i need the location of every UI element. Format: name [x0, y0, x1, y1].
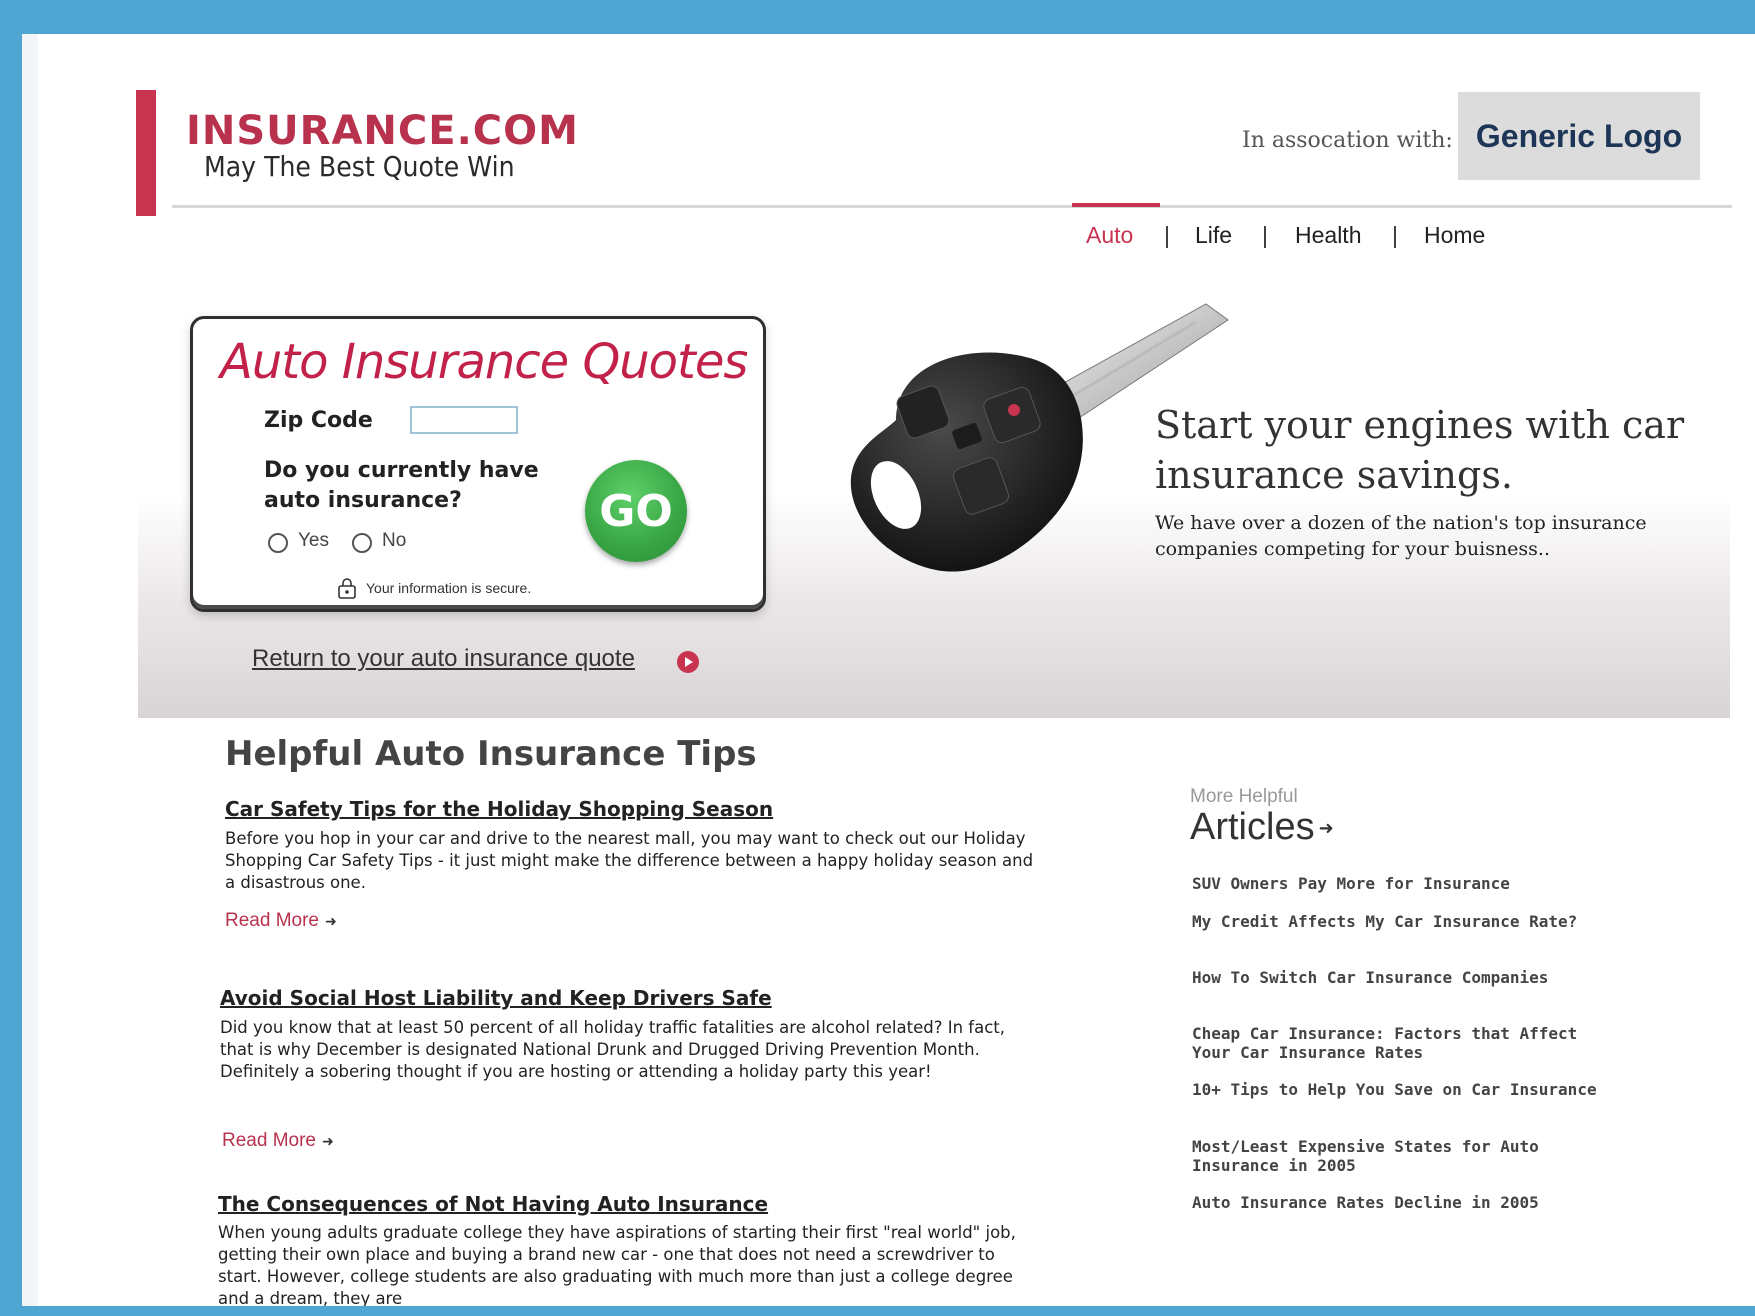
tip-title[interactable]: Avoid Social Host Liability and Keep Dri… — [220, 986, 772, 1010]
nav-separator: | — [1164, 222, 1170, 248]
association-label: In assocation with: — [1242, 128, 1453, 153]
article-link[interactable]: How To Switch Car Insurance Companies — [1192, 968, 1612, 987]
article-link[interactable]: 10+ Tips to Help You Save on Car Insuran… — [1192, 1080, 1612, 1099]
return-to-quote-link[interactable]: Return to your auto insurance quote — [252, 645, 635, 673]
nav-item-auto[interactable]: Auto — [1086, 222, 1133, 249]
nav-active-indicator — [1072, 203, 1160, 207]
radio-no-label[interactable]: No — [382, 530, 406, 552]
arrow-right-icon: ➜ — [1318, 818, 1334, 839]
article-link[interactable]: Cheap Car Insurance: Factors that Affect… — [1192, 1024, 1612, 1062]
tip-body: Did you know that at least 50 percent of… — [220, 1018, 1005, 1081]
arrow-circle-icon[interactable] — [677, 651, 699, 673]
nav-separator: | — [1392, 222, 1398, 248]
brand-accent-bar — [136, 90, 156, 216]
arrow-right-icon: ➜ — [322, 1133, 334, 1149]
site-tagline: May The Best Quote Win — [204, 150, 515, 183]
tip-title[interactable]: The Consequences of Not Having Auto Insu… — [218, 1192, 768, 1216]
tip-body: When young adults graduate college they … — [218, 1223, 1016, 1306]
zip-code-label: Zip Code — [264, 408, 373, 433]
radio-yes[interactable] — [268, 533, 288, 553]
partner-logo[interactable]: Generic Logo — [1458, 92, 1700, 180]
nav-item-life[interactable]: Life — [1195, 222, 1232, 249]
frame-bottom — [0, 1306, 1755, 1316]
insurance-question: Do you currently have auto insurance? — [264, 458, 539, 513]
articles-heading: Articles ➜ — [1190, 806, 1334, 849]
tip-body: Before you hop in your car and drive to … — [225, 829, 1034, 892]
article-link[interactable]: My Credit Affects My Car Insurance Rate? — [1192, 912, 1612, 931]
frame-inner-left — [22, 34, 38, 1306]
read-more-link[interactable]: Read More ➜ — [225, 910, 337, 932]
frame-top — [0, 0, 1755, 34]
header-divider — [172, 205, 1732, 208]
nav-separator: | — [1262, 222, 1268, 248]
nav-item-home[interactable]: Home — [1424, 222, 1485, 249]
hero-subtext: We have over a dozen of the nation's top… — [1155, 512, 1647, 560]
radio-no[interactable] — [352, 533, 372, 553]
nav-item-health[interactable]: Health — [1295, 222, 1361, 249]
quote-form-title: Auto Insurance Quotes — [220, 334, 748, 390]
secure-note: Your information is secure. — [366, 580, 532, 596]
read-more-label: Read More — [222, 1130, 316, 1151]
read-more-label: Read More — [225, 910, 319, 931]
article-link[interactable]: SUV Owners Pay More for Insurance — [1192, 874, 1612, 893]
tips-heading: Helpful Auto Insurance Tips — [225, 734, 757, 774]
arrow-right-icon: ➜ — [325, 913, 337, 929]
hero-headline: Start your engines with car insurance sa… — [1155, 403, 1685, 497]
radio-yes-label[interactable]: Yes — [298, 530, 329, 552]
frame-left — [0, 0, 22, 1316]
articles-heading-text: Articles — [1190, 806, 1315, 848]
read-more-link[interactable]: Read More ➜ — [222, 1130, 334, 1152]
site-logo[interactable]: INSURANCE.COM — [186, 108, 579, 154]
zip-code-input[interactable] — [410, 406, 518, 434]
go-button[interactable]: GO — [585, 460, 687, 562]
lock-icon — [338, 578, 356, 599]
article-link[interactable]: Most/Least Expensive States for Auto Ins… — [1192, 1137, 1612, 1175]
tip-title[interactable]: Car Safety Tips for the Holiday Shopping… — [225, 797, 773, 821]
more-helpful-label: More Helpful — [1190, 786, 1298, 807]
article-link[interactable]: Auto Insurance Rates Decline in 2005 — [1192, 1193, 1612, 1212]
